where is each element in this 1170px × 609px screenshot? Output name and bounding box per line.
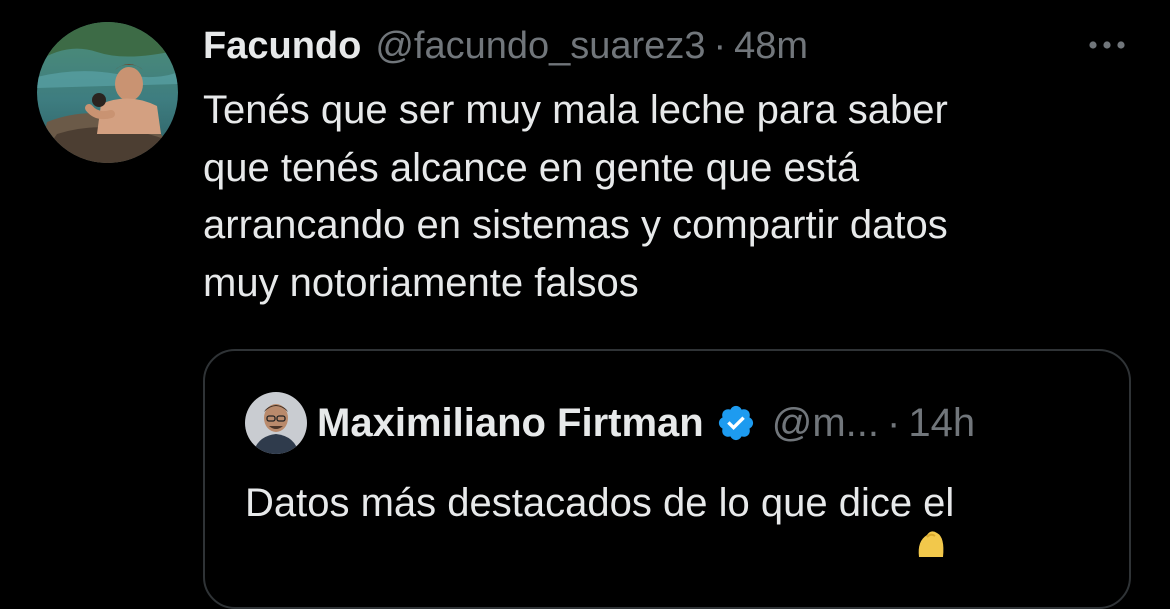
more-horizontal-icon[interactable] — [1084, 30, 1130, 60]
quoted-tweet-header: Maximiliano Firtman @m... · 14h — [317, 397, 975, 449]
separator-dot: · — [713, 24, 727, 67]
tweet-header: Facundo @facundo_suarez3 · 48m — [203, 22, 808, 70]
quoted-tweet-text: Datos más destacados de lo que dice el — [245, 481, 955, 525]
author-name[interactable]: Facundo — [203, 25, 361, 68]
quoted-author-name[interactable]: Maximiliano Firtman — [317, 401, 704, 446]
tweet-timestamp[interactable]: 48m — [734, 25, 808, 68]
author-handle[interactable]: @facundo_suarez3 — [375, 25, 705, 68]
tweet-text: Tenés que ser muy mala leche para saber … — [203, 88, 948, 305]
quoted-author-avatar[interactable] — [245, 392, 307, 454]
verified-badge-icon — [716, 403, 756, 443]
quoted-tweet[interactable]: Maximiliano Firtman @m... · 14h Datos má… — [203, 349, 1131, 609]
quoted-author-handle[interactable]: @m... — [772, 401, 879, 446]
emoji-icon — [913, 527, 949, 557]
quoted-separator-dot: · — [887, 400, 901, 445]
author-avatar[interactable] — [37, 22, 178, 163]
tweet[interactable]: Facundo @facundo_suarez3 · 48m Tenés que… — [0, 0, 1170, 609]
quoted-tweet-timestamp[interactable]: 14h — [908, 401, 975, 446]
